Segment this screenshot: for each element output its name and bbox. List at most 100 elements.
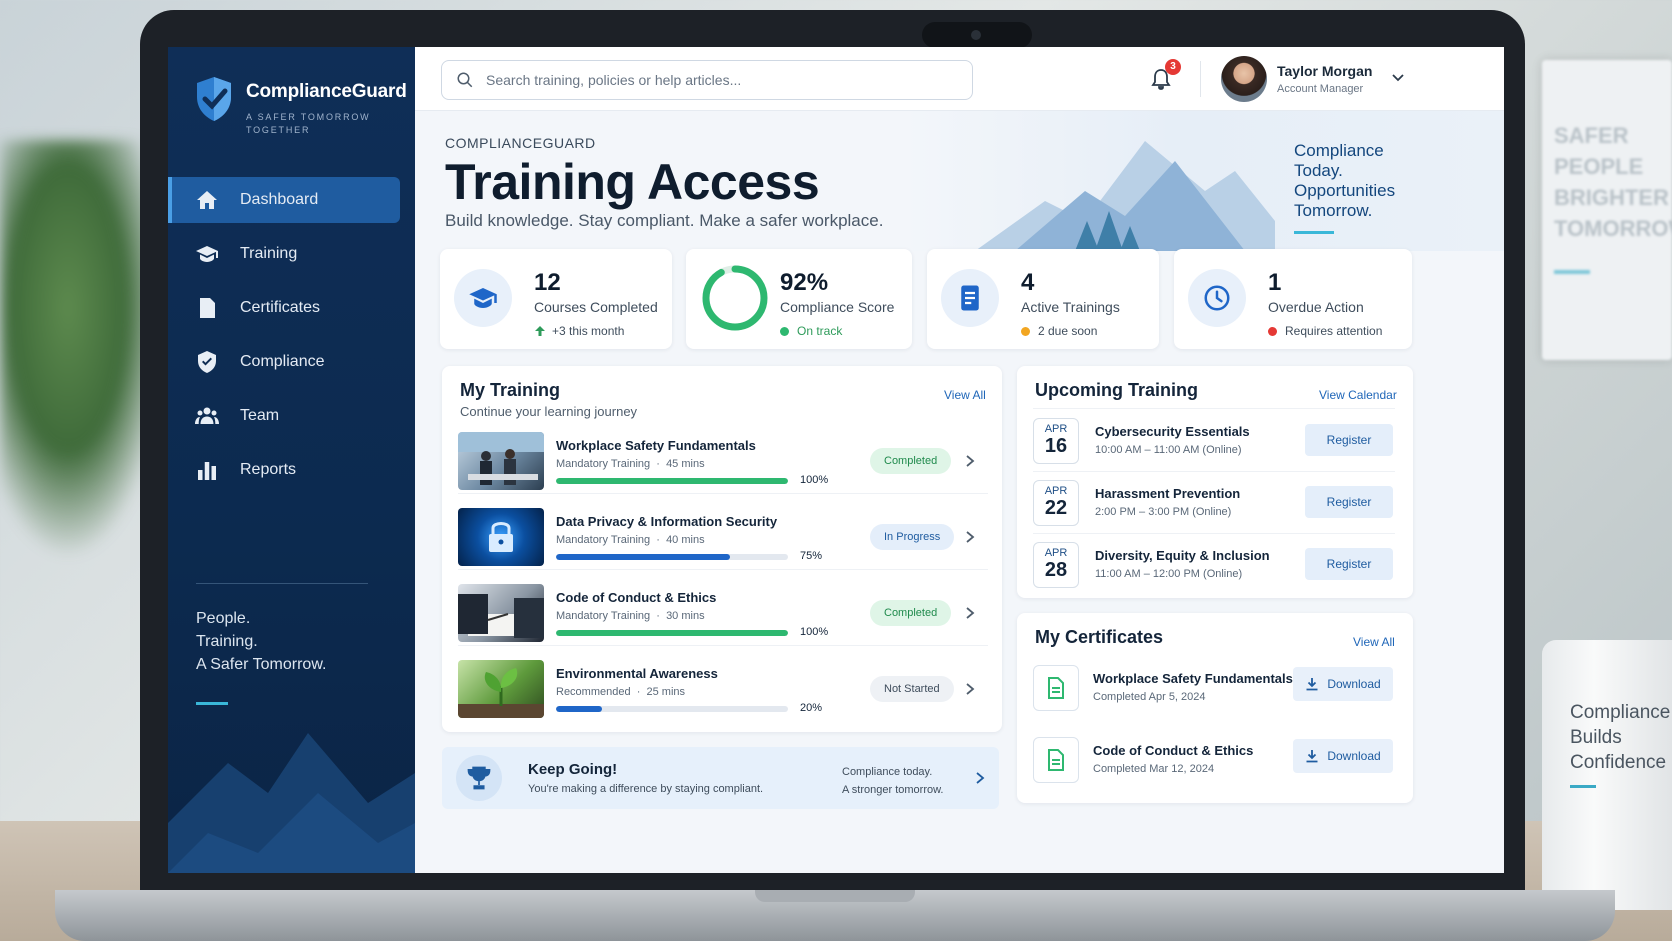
card-divider [1033,408,1395,409]
quote-line: Tomorrow. [1294,201,1373,220]
stat-value: 4 [1021,269,1035,296]
sidebar-item-label: Reports [240,461,297,478]
poster-line: PEOPLE [1554,154,1644,179]
coffee-mug: Compliance Builds Confidence [1542,640,1672,910]
course-meta: Mandatory Training · 45 mins [556,458,705,470]
sidebar-item-label: Dashboard [240,191,319,208]
event-day: 16 [1044,435,1068,457]
stat-card-courses[interactable]: 12 Courses Completed +3 this month [440,249,672,349]
progress-percent: 100% [800,474,829,486]
status-dot [1268,326,1277,336]
main-content: 3 Taylor Morgan Account Manager COMPLIAN… [415,47,1504,873]
motto-line: Training. [196,633,258,650]
search-bar[interactable] [441,60,973,100]
progress-bar-fill [556,630,788,636]
stat-note: +3 this month [534,324,624,338]
mug-accent-bar [1570,785,1596,788]
hero-subtitle: Build knowledge. Stay compliant. Make a … [445,211,884,230]
mug-line: Compliance [1570,702,1671,723]
training-row[interactable]: Environmental Awareness Recommended · 25… [458,656,988,722]
view-calendar-link[interactable]: View Calendar [1319,388,1397,402]
sidebar-motto: People. Training. A Safer Tomorrow. [196,607,326,676]
search-input[interactable] [486,72,966,88]
chevron-right-icon[interactable] [964,454,976,468]
view-all-link[interactable]: View All [944,388,986,402]
chevron-right-icon[interactable] [964,682,976,696]
event-time: 2:00 PM – 3:00 PM (Online) [1095,506,1232,518]
notification-count-badge: 3 [1165,59,1181,75]
sidebar-item-label: Team [240,407,280,424]
stat-card-compliance-score[interactable]: 92% Compliance Score On track [686,249,912,349]
mug-line: Confidence [1570,752,1667,773]
stat-note-text: Requires attention [1285,324,1383,338]
hero-banner: COMPLIANCEGUARD Training Access Build kn… [415,111,1504,251]
sidebar-item-team[interactable]: Team [168,393,400,439]
sidebar-item-training[interactable]: Training [168,231,400,277]
quote-line: Opportunities [1294,181,1396,200]
course-title: Workplace Safety Fundamentals [556,438,756,453]
event-title: Harassment Prevention [1095,486,1241,501]
stat-label: Courses Completed [534,299,658,315]
certificate-document-icon [1048,677,1064,699]
register-button[interactable]: Register [1305,548,1393,580]
keep-going-banner[interactable]: Keep Going! You're making a difference b… [442,747,999,809]
progress-bar-fill [556,554,730,560]
stat-icon-wrap [454,269,512,327]
sidebar-item-reports[interactable]: Reports [168,447,400,493]
register-button[interactable]: Register [1305,486,1393,518]
brand-name: ComplianceGuard [246,81,407,102]
event-row: APR 16 Cybersecurity Essentials 10:00 AM… [1033,410,1395,472]
user-role: Account Manager [1277,83,1364,95]
course-title: Data Privacy & Information Security [556,514,778,529]
graduation-cap-icon [469,288,497,308]
course-title: Code of Conduct & Ethics [556,590,717,605]
certificate-date: Completed Apr 5, 2024 [1093,691,1206,703]
event-month: APR [1044,547,1068,559]
training-row[interactable]: Workplace Safety Fundamentals Mandatory … [458,428,988,494]
stat-value: 12 [534,269,561,296]
chevron-right-icon[interactable] [974,771,986,785]
event-time: 11:00 AM – 12:00 PM (Online) [1095,568,1243,580]
user-name[interactable]: Taylor Morgan [1277,63,1372,79]
sidebar-item-dashboard[interactable]: Dashboard [168,177,400,223]
register-button[interactable]: Register [1305,424,1393,456]
training-row[interactable]: Data Privacy & Information Security Mand… [458,504,988,570]
event-row: APR 28 Diversity, Equity & Inclusion 11:… [1033,534,1395,596]
stat-note: 2 due soon [1021,324,1097,338]
brand[interactable]: ComplianceGuard A SAFER TOMORROW TOGETHE… [168,47,415,137]
download-button[interactable]: Download [1293,667,1393,701]
event-date-badge: APR 28 [1033,542,1079,588]
sidebar-item-certificates[interactable]: Certificates [168,285,400,331]
download-button[interactable]: Download [1293,739,1393,773]
chevron-right-icon[interactable] [964,530,976,544]
sidebar-item-label: Certificates [240,299,321,316]
poster-line: SAFER [1554,123,1629,148]
sidebar-item-compliance[interactable]: Compliance [168,339,400,385]
status-badge: Completed [870,600,952,626]
motto-line: A Safer Tomorrow. [196,656,327,673]
notifications-button[interactable]: 3 [1149,59,1181,93]
event-row: APR 22 Harassment Prevention 2:00 PM – 3… [1033,472,1395,534]
progress-track [556,478,788,484]
document-icon [961,285,979,311]
certificate-icon-wrap [1033,665,1079,711]
progress-bar-fill [556,706,603,712]
chevron-down-icon[interactable] [1391,71,1405,85]
chevron-right-icon[interactable] [964,606,976,620]
stat-note-text: +3 this month [552,324,625,338]
stat-card-active-trainings[interactable]: 4 Active Trainings 2 due soon [927,249,1159,349]
training-row[interactable]: Code of Conduct & Ethics Mandatory Train… [458,580,988,646]
card-title: My Certificates [1035,627,1164,647]
trophy-icon-wrap [456,755,502,801]
stat-value: 92% [780,269,829,296]
avatar[interactable] [1221,56,1267,102]
certificate-icon-wrap [1033,737,1079,783]
course-duration: 30 mins [666,610,705,622]
hero-kicker: COMPLIANCEGUARD [445,135,596,151]
poster-line: BRIGHTER [1554,185,1669,210]
certificate-row: Workplace Safety Fundamentals Completed … [1033,657,1395,727]
sidebar-item-label: Compliance [240,353,325,370]
stat-card-overdue[interactable]: 1 Overdue Action Requires attention [1174,249,1412,349]
top-bar: 3 Taylor Morgan Account Manager [415,47,1504,111]
view-all-link[interactable]: View All [1353,635,1395,649]
